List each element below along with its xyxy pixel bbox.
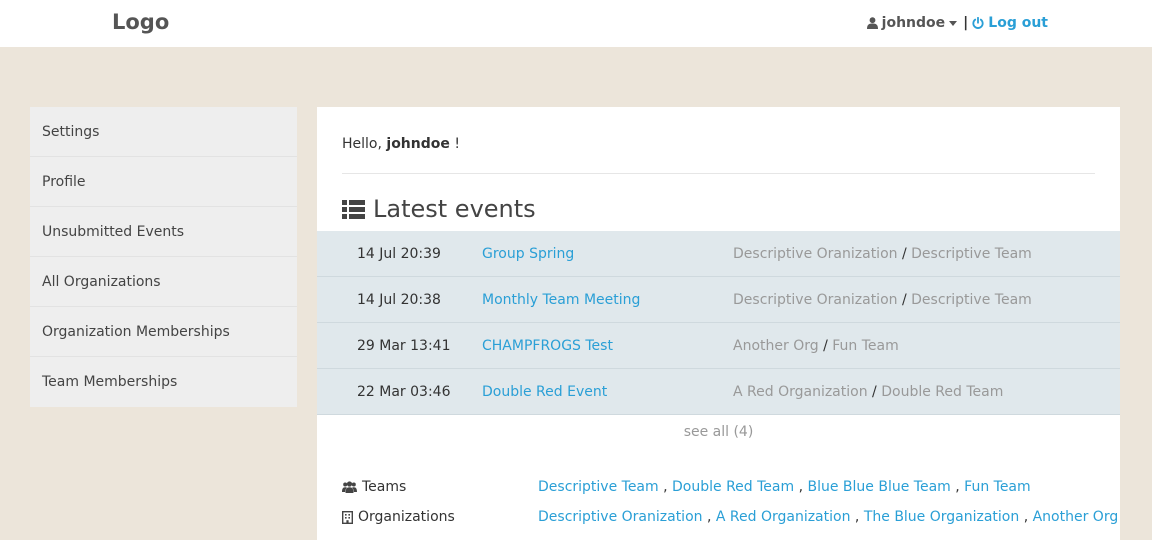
sidebar-item-unsubmitted-events[interactable]: Unsubmitted Events [30,207,297,257]
event-organization-link[interactable]: Another Org [733,338,819,354]
team-link[interactable]: Descriptive Team [538,479,659,495]
nav-separator: | [963,15,969,31]
event-organization-link[interactable]: A Red Organization [733,384,868,400]
sidebar-item-settings[interactable]: Settings [30,107,297,157]
user-nav: johndoe | Log out [866,15,1048,31]
top-navbar: Logo johndoe | Log out [0,0,1152,47]
users-icon [342,481,357,493]
sidebar-item-organization-memberships[interactable]: Organization Memberships [30,307,297,357]
building-icon [342,510,353,524]
events-list: 14 Jul 20:39 Group Spring Descriptive Or… [317,231,1120,415]
sidebar-item-all-organizations[interactable]: All Organizations [30,257,297,307]
event-date: 29 Mar 13:41 [357,338,451,354]
organizations-row: Organizations Descriptive Oranization , … [342,509,1118,529]
event-org-team: Descriptive Oranization / Descriptive Te… [733,246,1032,262]
event-link[interactable]: Monthly Team Meeting [482,292,640,308]
teams-links: Descriptive Team , Double Red Team , Blu… [538,479,1031,495]
logout-link[interactable]: Log out [972,15,1048,31]
event-organization-link[interactable]: Descriptive Oranization [733,246,898,262]
greeting-prefix: Hello, [342,136,382,152]
organizations-label: Organizations [342,509,455,525]
greeting-suffix: ! [454,136,460,152]
event-row: 22 Mar 03:46 Double Red Event A Red Orga… [317,369,1120,415]
event-row: 29 Mar 13:41 CHAMPFROGS Test Another Org… [317,323,1120,369]
event-date: 14 Jul 20:38 [357,292,441,308]
power-icon [972,17,984,29]
greeting-username: johndoe [386,136,450,152]
see-all-link[interactable]: see all (4) [317,424,1120,440]
event-row: 14 Jul 20:39 Group Spring Descriptive Or… [317,231,1120,277]
sidebar-item-label: Settings [42,123,100,140]
latest-events-heading: Latest events [342,195,536,223]
event-date: 22 Mar 03:46 [357,384,451,400]
main-panel: Hello, johndoe ! Latest events 14 Jul 20… [317,107,1120,540]
event-link[interactable]: CHAMPFROGS Test [482,338,613,354]
sidebar-item-label: Profile [42,173,86,190]
team-link[interactable]: Fun Team [964,479,1031,495]
sidebar-item-profile[interactable]: Profile [30,157,297,207]
latest-events-title: Latest events [373,195,536,223]
organization-link[interactable]: A Red Organization [716,509,851,525]
sidebar-item-label: Team Memberships [42,374,178,390]
sidebar-item-team-memberships[interactable]: Team Memberships [30,357,297,407]
event-org-team: A Red Organization / Double Red Team [733,384,1004,400]
chevron-down-icon [949,20,958,26]
teams-label: Teams [342,479,406,495]
event-date: 14 Jul 20:39 [357,246,441,262]
logo[interactable]: Logo [112,10,169,34]
organizations-label-text: Organizations [358,509,455,525]
organization-link[interactable]: The Blue Organization [864,509,1019,525]
list-icon [342,199,365,219]
logout-label: Log out [988,15,1048,31]
greeting: Hello, johndoe ! [342,136,460,152]
event-team-link[interactable]: Descriptive Team [911,246,1032,262]
event-team-link[interactable]: Double Red Team [881,384,1003,400]
team-link[interactable]: Blue Blue Blue Team [808,479,951,495]
username: johndoe [881,15,946,31]
sidebar-item-label: Organization Memberships [42,323,230,340]
teams-row: Teams Descriptive Team , Double Red Team… [342,479,1102,499]
user-menu-toggle[interactable]: johndoe [866,15,958,31]
user-icon [866,17,878,29]
organization-link[interactable]: Descriptive Oranization [538,509,703,525]
event-org-team: Another Org / Fun Team [733,338,899,354]
event-team-link[interactable]: Descriptive Team [911,292,1032,308]
event-row: 14 Jul 20:38 Monthly Team Meeting Descri… [317,277,1120,323]
sidebar-item-label: Unsubmitted Events [42,223,185,240]
sidebar: Settings Profile Unsubmitted Events All … [30,107,297,407]
event-link[interactable]: Double Red Event [482,384,607,400]
sidebar-item-label: All Organizations [42,273,161,290]
organization-link[interactable]: Another Org [1033,509,1119,525]
divider [342,173,1095,174]
organizations-links: Descriptive Oranization , A Red Organiza… [538,509,1119,525]
teams-label-text: Teams [362,479,407,495]
event-org-team: Descriptive Oranization / Descriptive Te… [733,292,1032,308]
team-link[interactable]: Double Red Team [672,479,794,495]
event-team-link[interactable]: Fun Team [832,338,899,354]
event-organization-link[interactable]: Descriptive Oranization [733,292,898,308]
event-link[interactable]: Group Spring [482,246,574,262]
